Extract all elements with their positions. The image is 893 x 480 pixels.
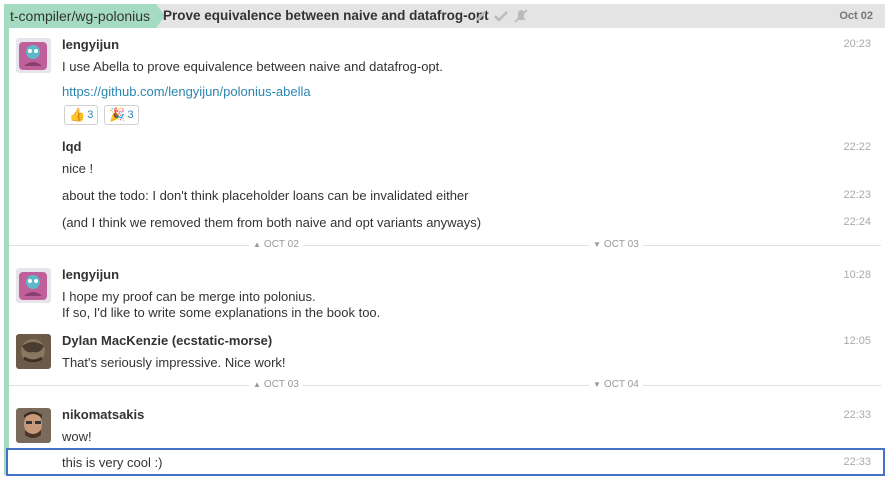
sender-name[interactable]: lengyijun [62,37,119,52]
message-text-line1: I hope my proof can be merge into poloni… [62,289,316,304]
date-divider [9,245,881,246]
reaction-thumbs-up[interactable]: 👍 3 [64,105,99,125]
message-time[interactable]: 10:28 [843,269,871,281]
mute-icon[interactable] [514,9,528,23]
avatar[interactable] [16,408,51,443]
avatar[interactable] [16,268,51,303]
message-time[interactable]: 22:24 [843,216,871,228]
reaction-list: 👍 3 🎉 3 [64,105,139,125]
tada-icon: 🎉 [109,107,126,122]
sender-name[interactable]: Dylan MacKenzie (ecstatic-morse) [62,333,272,348]
message-view: t-compiler/wg-polonius Prove equivalence… [0,0,893,480]
header-date: Oct 02 [839,10,873,22]
message-text: wow! [62,429,92,444]
avatar[interactable] [16,38,51,73]
message-text: about the todo: I don't think placeholde… [62,188,469,203]
message-text: That's seriously impressive. Nice work! [62,355,286,370]
message-time[interactable]: 12:05 [843,335,871,347]
message-time[interactable]: 22:33 [843,456,871,468]
pencil-icon[interactable] [474,9,488,23]
avatar[interactable] [16,334,51,369]
reaction-count: 3 [87,109,94,121]
date-marker-prev: ▲ OCT 03 [249,379,303,390]
message-text: (and I think we removed them from both n… [62,215,482,230]
message-text: I use Abella to prove equivalence betwee… [62,59,443,74]
selected-message[interactable]: this is very cool :) 22:33 [6,448,885,476]
message-time[interactable]: 20:23 [843,38,871,50]
reaction-count: 3 [127,109,134,121]
thumbs-up-icon: 👍 [69,107,86,122]
message-time[interactable]: 22:23 [843,189,871,201]
sender-name[interactable]: nikomatsakis [62,407,144,422]
date-marker-next: ▼ OCT 03 [589,239,643,250]
message-text: this is very cool :) [62,455,163,470]
topic-title[interactable]: Prove equivalence between naive and data… [163,4,489,28]
message-list: lengyijun 20:23 I use Abella to prove eq… [9,28,885,480]
message-time[interactable]: 22:22 [843,141,871,153]
sender-name[interactable]: lqd [62,139,82,154]
stream-name[interactable]: t-compiler/wg-polonius [4,4,165,28]
topic-actions [474,9,528,23]
check-icon[interactable] [494,9,508,23]
date-divider [9,385,881,386]
topic-header: t-compiler/wg-polonius Prove equivalence… [4,4,885,28]
message-text: nice ! [62,161,94,176]
message-text-line2: If so, I'd like to write some explanatio… [62,305,381,320]
message-link[interactable]: https://github.com/lengyijun/polonius-ab… [62,84,311,99]
sender-name[interactable]: lengyijun [62,267,119,282]
reaction-tada[interactable]: 🎉 3 [104,105,139,125]
message-time[interactable]: 22:33 [843,409,871,421]
date-marker-next: ▼ OCT 04 [589,379,643,390]
date-marker-prev: ▲ OCT 02 [249,239,303,250]
